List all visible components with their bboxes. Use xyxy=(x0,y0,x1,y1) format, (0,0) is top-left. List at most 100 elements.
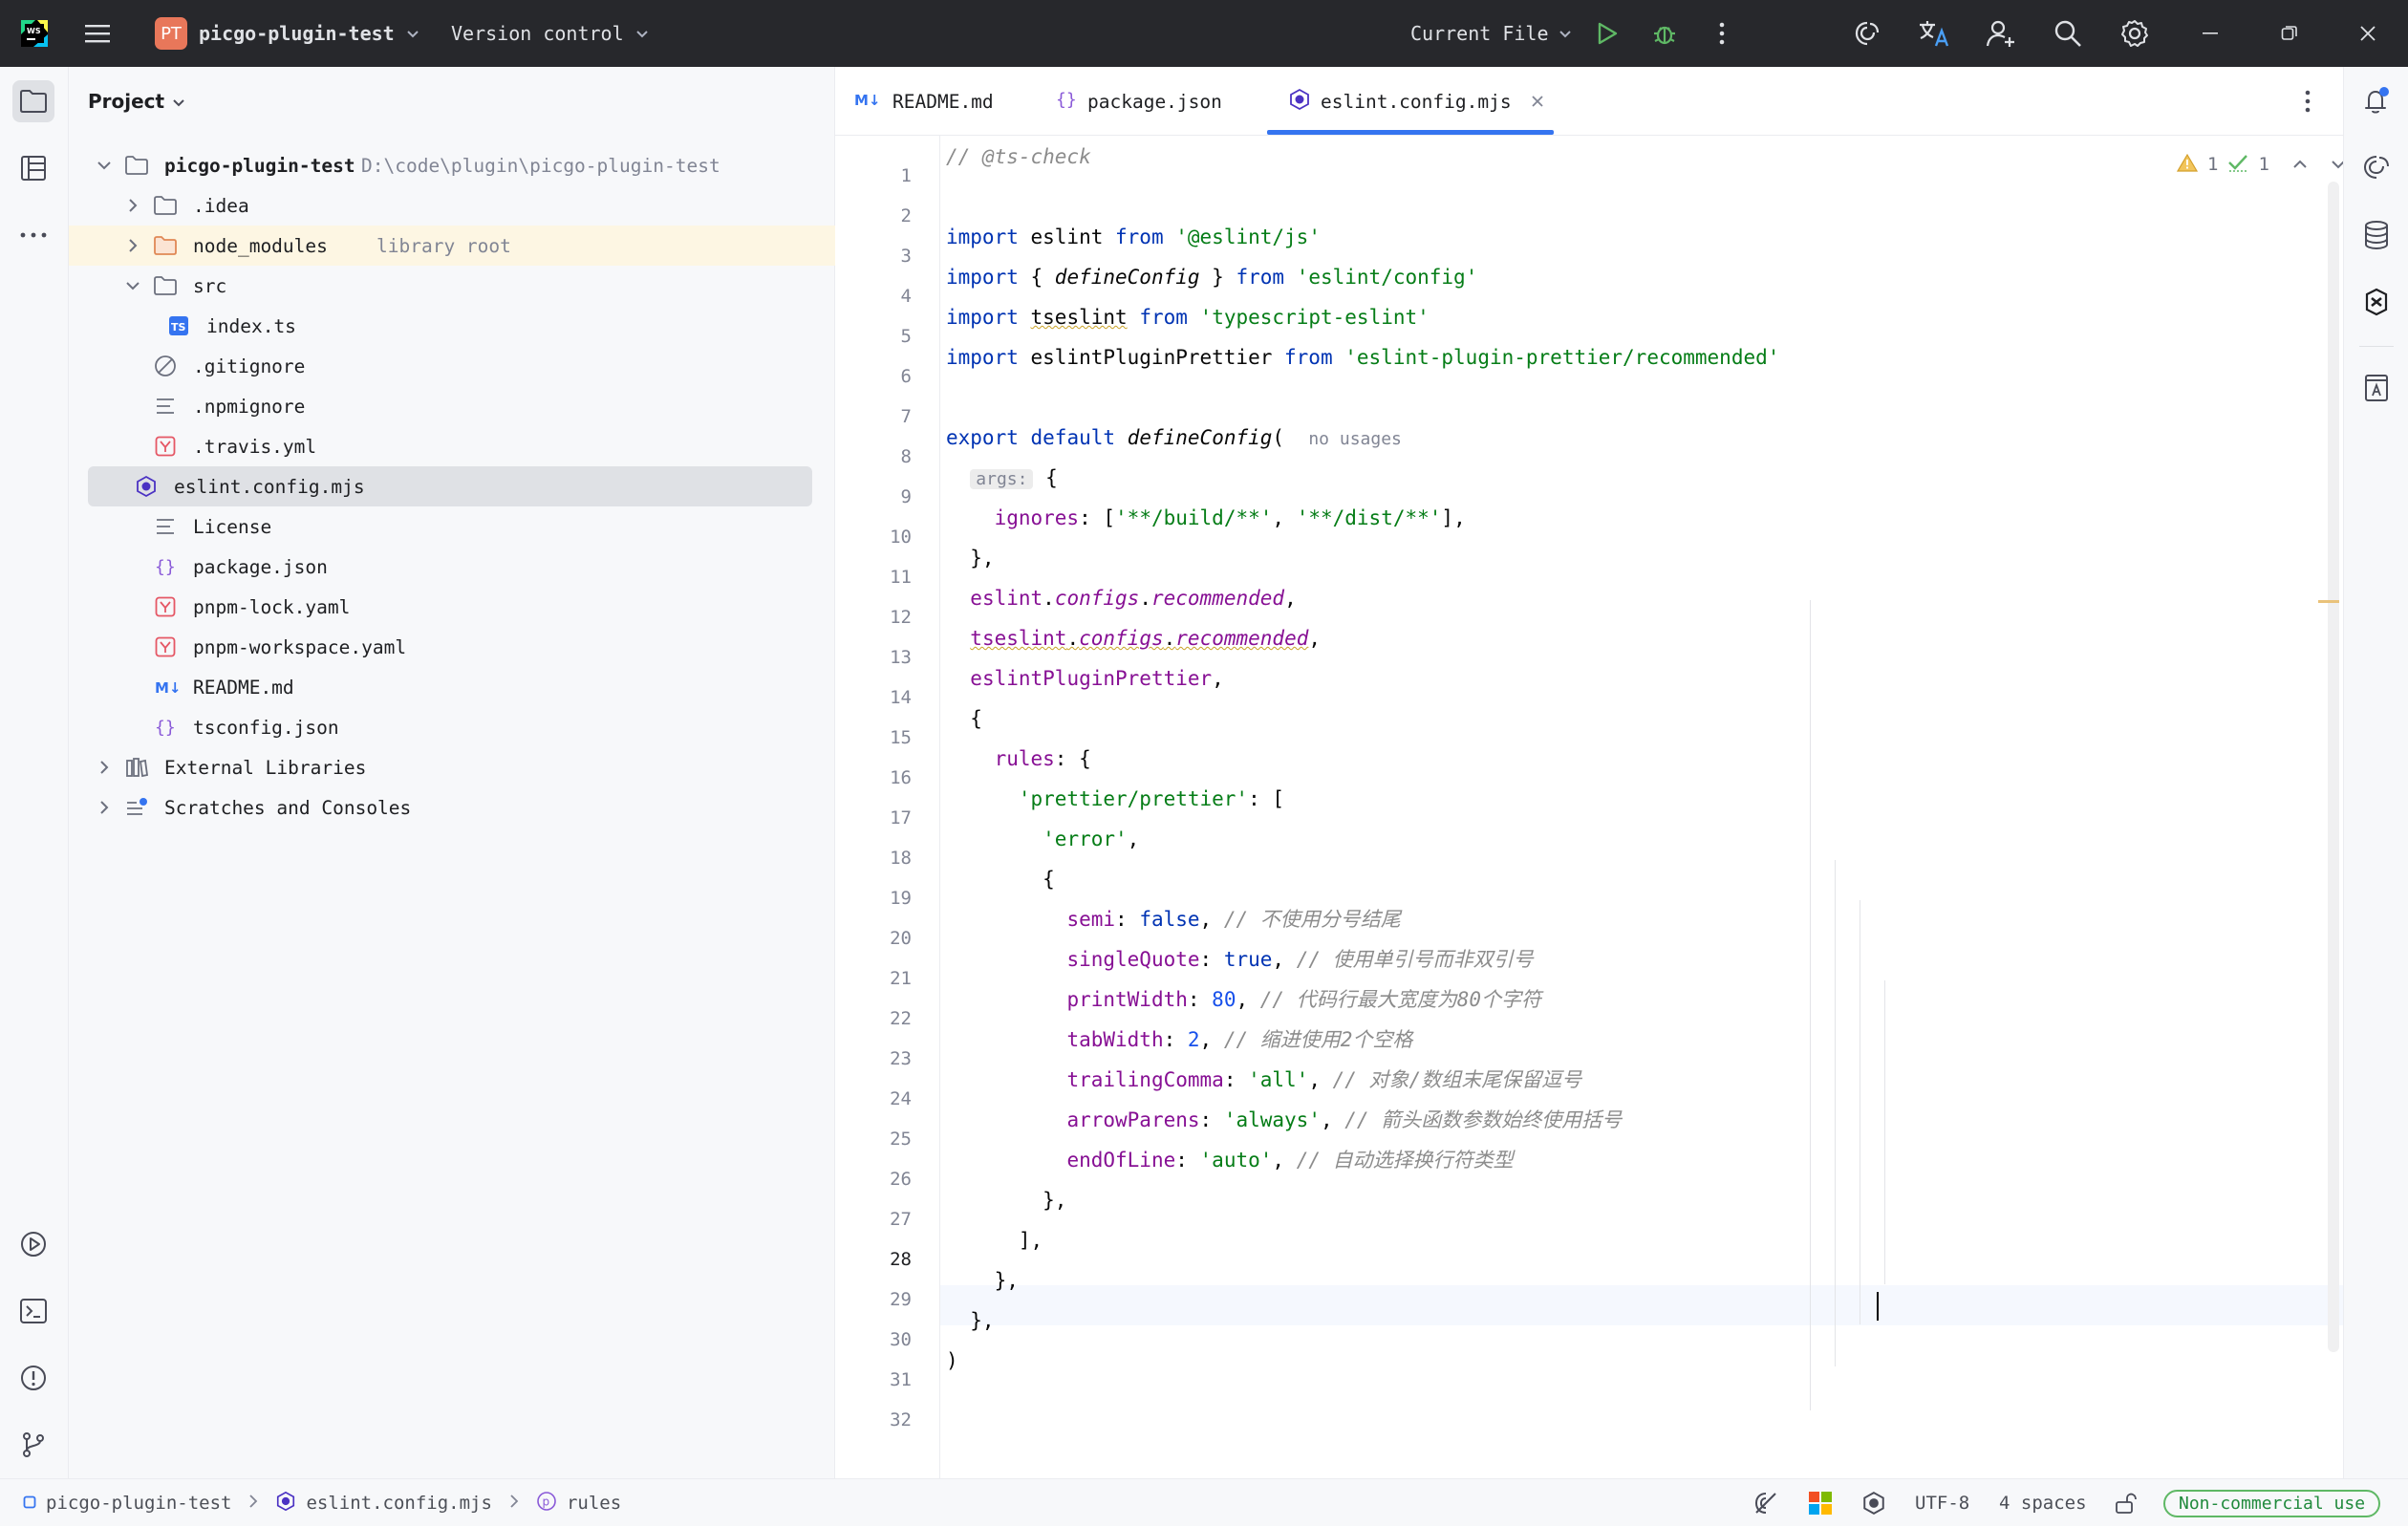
code-line[interactable]: }, xyxy=(946,538,994,578)
code-line[interactable]: { xyxy=(946,699,982,739)
notifications-icon[interactable] xyxy=(2355,80,2397,122)
restore-icon[interactable] xyxy=(2270,14,2309,53)
line-number[interactable]: 7 xyxy=(835,406,912,427)
line-number[interactable]: 12 xyxy=(835,607,912,628)
add-user-icon[interactable] xyxy=(1982,14,2020,53)
tab-eslint-config[interactable]: eslint.config.mjs xyxy=(1288,67,1544,136)
code-line[interactable]: 'error', xyxy=(946,819,1139,859)
code-line[interactable]: rules: { xyxy=(946,739,1091,779)
search-icon[interactable] xyxy=(2049,14,2087,53)
structure-icon[interactable] xyxy=(12,147,54,189)
tree-item-pnpm-workspace[interactable]: pnpm-workspace.yaml xyxy=(88,627,881,667)
webstorm-logo-icon[interactable]: WS xyxy=(15,14,54,53)
tree-item-pnpm-lock[interactable]: pnpm-lock.yaml xyxy=(88,587,881,627)
problems-icon[interactable] xyxy=(12,1357,54,1399)
line-number[interactable]: 29 xyxy=(835,1289,912,1310)
code-line[interactable]: export default defineConfig( no usages xyxy=(946,418,1402,458)
more-actions-icon[interactable] xyxy=(1703,14,1741,53)
code-line[interactable]: import tseslint from 'typescript-eslint' xyxy=(946,297,1430,337)
code-line[interactable]: semi: false, // 不使用分号结尾 xyxy=(946,899,1400,939)
line-number[interactable]: 32 xyxy=(835,1409,912,1430)
tree-item-external-libraries[interactable]: External Libraries xyxy=(88,747,881,787)
line-number[interactable]: 31 xyxy=(835,1369,912,1390)
run-icon[interactable] xyxy=(1588,14,1626,53)
code-line[interactable]: eslintPluginPrettier, xyxy=(946,658,1224,699)
close-tab-icon[interactable] xyxy=(1531,91,1544,113)
git-branch-icon[interactable] xyxy=(12,1424,54,1466)
ai-chat-icon[interactable] xyxy=(2355,147,2397,189)
run-configuration-selector[interactable]: Current File xyxy=(1410,0,1572,67)
tree-item-scratches[interactable]: Scratches and Consoles xyxy=(88,787,881,828)
line-number[interactable]: 30 xyxy=(835,1329,912,1350)
line-number[interactable]: 10 xyxy=(835,527,912,548)
eslint-status-icon[interactable] xyxy=(1861,1479,1886,1527)
tree-item-eslint-config[interactable]: eslint.config.mjs xyxy=(88,466,812,506)
tree-item-travis-yml[interactable]: .travis.yml xyxy=(88,426,881,466)
tab-package-json[interactable]: {} package.json xyxy=(1055,67,1222,136)
code-line[interactable]: }, xyxy=(946,1301,994,1341)
close-window-icon[interactable] xyxy=(2349,14,2387,53)
line-number[interactable]: 13 xyxy=(835,647,912,668)
services-icon[interactable] xyxy=(12,1223,54,1265)
tab-readme[interactable]: M↓ README.md xyxy=(854,67,994,136)
tree-item-index-ts[interactable]: TS index.ts xyxy=(88,306,881,346)
line-number[interactable]: 2 xyxy=(835,205,912,226)
inspection-widget[interactable]: 1 1 xyxy=(2176,147,2346,182)
code-line[interactable]: eslint.configs.recommended, xyxy=(946,578,1296,618)
tree-root-row[interactable]: picgo-plugin-test D:\code\plugin\picgo-p… xyxy=(88,145,881,185)
line-number[interactable]: 11 xyxy=(835,567,912,588)
breadcrumb-item-file[interactable]: eslint.config.mjs xyxy=(306,1493,491,1514)
database-icon[interactable] xyxy=(2355,214,2397,256)
code-editor[interactable]: // @ts-check import eslint from '@eslint/… xyxy=(946,136,2322,1478)
line-number[interactable]: 24 xyxy=(835,1088,912,1109)
line-number[interactable]: 14 xyxy=(835,687,912,708)
code-line[interactable]: ignores: ['**/build/**', '**/dist/**'], xyxy=(946,498,1466,538)
main-menu-icon[interactable] xyxy=(78,14,117,53)
tree-item-npmignore[interactable]: .npmignore xyxy=(88,386,881,426)
code-line[interactable]: args: { xyxy=(946,458,1058,498)
code-line[interactable]: import eslintPluginPrettier from 'eslint… xyxy=(946,337,1779,377)
minimize-icon[interactable] xyxy=(2192,14,2230,53)
dictionary-icon[interactable] xyxy=(2355,367,2397,409)
settings-gear-icon[interactable] xyxy=(2116,14,2154,53)
line-number[interactable]: 19 xyxy=(835,888,912,909)
code-line[interactable]: endOfLine: 'auto', // 自动选择换行符类型 xyxy=(946,1140,1513,1180)
code-line[interactable]: import eslint from '@eslint/js' xyxy=(946,217,1321,257)
line-number[interactable]: 6 xyxy=(835,366,912,387)
line-number[interactable]: 5 xyxy=(835,326,912,347)
ai-assistant-icon[interactable] xyxy=(1848,14,1886,53)
readonly-lock-icon[interactable] xyxy=(2114,1479,2139,1527)
windows-logo-icon[interactable] xyxy=(1808,1479,1833,1527)
code-line[interactable]: }, xyxy=(946,1180,1066,1220)
line-number[interactable]: 8 xyxy=(835,446,912,467)
line-number[interactable]: 21 xyxy=(835,968,912,989)
line-number[interactable]: 17 xyxy=(835,807,912,828)
code-line[interactable]: arrowParens: 'always', // 箭头函数参数始终使用括号 xyxy=(946,1100,1622,1140)
line-number[interactable]: 9 xyxy=(835,486,912,507)
line-number[interactable]: 20 xyxy=(835,928,912,949)
code-line[interactable]: printWidth: 80, // 代码行最大宽度为80个字符 xyxy=(946,979,1541,1020)
license-status[interactable]: Non-commercial use xyxy=(2163,1479,2381,1527)
warning-stripe-marker[interactable] xyxy=(2318,600,2339,603)
line-number[interactable]: 16 xyxy=(835,767,912,788)
project-switcher[interactable]: PT picgo-plugin-test xyxy=(155,0,419,67)
code-line[interactable]: trailingComma: 'all', // 对象/数组末尾保留逗号 xyxy=(946,1060,1581,1100)
tree-item-node-modules[interactable]: node_modules library root xyxy=(69,226,835,266)
copilot-icon[interactable] xyxy=(2355,281,2397,323)
tree-item-license[interactable]: License xyxy=(88,506,881,547)
tree-item-readme[interactable]: M↓ README.md xyxy=(88,667,881,707)
line-number[interactable]: 3 xyxy=(835,246,912,267)
line-number[interactable]: 15 xyxy=(835,727,912,748)
version-control-menu[interactable]: Version control xyxy=(451,0,649,67)
vertical-scrollbar[interactable] xyxy=(2328,182,2339,1352)
tree-item-idea[interactable]: .idea xyxy=(88,185,881,226)
terminal-icon[interactable] xyxy=(12,1290,54,1332)
code-line[interactable]: // @ts-check xyxy=(946,137,1091,177)
line-number[interactable]: 1 xyxy=(835,165,912,186)
breadcrumb-item-symbol[interactable]: rules xyxy=(567,1493,621,1514)
project-view-selector[interactable]: Project xyxy=(88,90,185,113)
code-line[interactable]: tseslint.configs.recommended, xyxy=(946,618,1321,658)
code-line[interactable]: }, xyxy=(946,1260,1019,1301)
code-line[interactable]: singleQuote: true, // 使用单引号而非双引号 xyxy=(946,939,1533,979)
previous-highlight-icon[interactable] xyxy=(2292,154,2308,175)
